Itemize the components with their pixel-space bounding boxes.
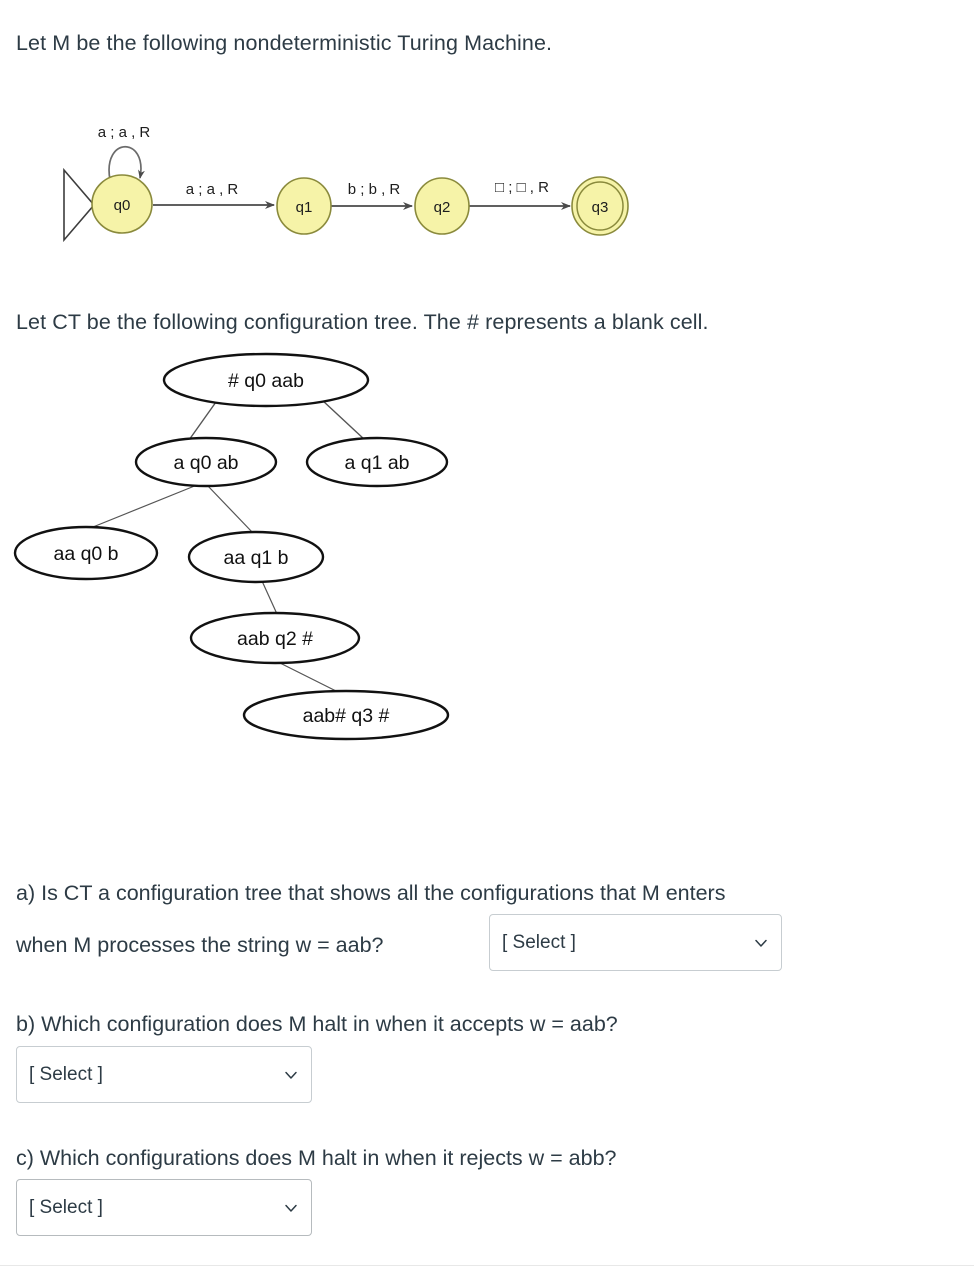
- turing-machine-diagram: q0 q1 q2 q3 a ; a , R a ; a , R b ; b , …: [52, 112, 652, 252]
- chevron-down-icon: [285, 1071, 297, 1079]
- tree-edge-n0-n1: [188, 401, 217, 441]
- tree-node-label: aa q1 b: [223, 547, 288, 569]
- question-c-text: c) Which configurations does M halt in w…: [16, 1146, 617, 1170]
- select-answer-c[interactable]: [ Select ]: [16, 1179, 312, 1236]
- intro-tree-statement: Let CT be the following configuration tr…: [16, 310, 709, 334]
- tree-node-label: a q0 ab: [173, 452, 238, 474]
- question-b-text: b) Which configuration does M halt in wh…: [16, 1012, 618, 1036]
- turing-machine-svg: q0 q1 q2 q3 a ; a , R a ; a , R b ; b , …: [63, 124, 629, 243]
- select-c-value: [ Select ]: [29, 1196, 103, 1218]
- select-a-value: [ Select ]: [502, 931, 576, 953]
- state-label-q3: q3: [592, 199, 609, 216]
- tree-edge-n0-n2: [321, 399, 366, 441]
- chevron-down-icon: [755, 939, 767, 947]
- tree-node-label: a q1 ab: [344, 452, 409, 474]
- chevron-down-icon: [285, 1204, 297, 1212]
- select-answer-b[interactable]: [ Select ]: [16, 1046, 312, 1103]
- tree-node-label: aa q0 b: [53, 543, 118, 565]
- state-q0: q0: [91, 174, 153, 234]
- configuration-tree-svg: # q0 aab a q0 ab a q1 ab aa q0 b aa q1 b: [13, 352, 450, 741]
- state-label-q2: q2: [434, 199, 451, 216]
- state-q1: q1: [276, 177, 332, 235]
- state-q3-accepting: q3: [571, 176, 629, 236]
- tree-node: aa q1 b: [187, 530, 325, 584]
- question-a-text-line2: when M processes the string w = aab?: [16, 933, 384, 957]
- transition-label-q0-q1: a ; a , R: [186, 181, 239, 198]
- state-label-q1: q1: [296, 199, 313, 216]
- transition-label-q0-q0: a ; a , R: [98, 124, 151, 141]
- intro-machine-statement: Let M be the following nondeterministic …: [16, 31, 553, 55]
- start-state-marker-icon: [63, 167, 96, 243]
- tree-edge-n5-n6: [275, 660, 339, 693]
- transition-label-q1-q2: b ; b , R: [348, 181, 401, 198]
- tree-node: aab q2 #: [189, 611, 361, 665]
- tree-edge-n4-n5: [261, 580, 278, 615]
- select-answer-a[interactable]: [ Select ]: [489, 914, 782, 971]
- tree-node-label: # q0 aab: [228, 370, 304, 392]
- tree-node: aa q0 b: [13, 525, 159, 581]
- tree-edge-n1-n3: [87, 484, 198, 530]
- tree-node-root: # q0 aab: [162, 352, 370, 408]
- tree-node: a q0 ab: [134, 436, 278, 488]
- question-a-text-line1: a) Is CT a configuration tree that shows…: [16, 881, 726, 905]
- question-page: Let M be the following nondeterministic …: [0, 0, 974, 1266]
- configuration-tree-diagram: # q0 aab a q0 ab a q1 ab aa q0 b aa q1 b: [0, 352, 470, 752]
- tree-node: a q1 ab: [305, 436, 449, 488]
- transition-label-q2-q3: □ ; □ , R: [495, 179, 549, 196]
- tree-edge-n1-n4: [206, 484, 254, 534]
- state-q2: q2: [414, 177, 470, 235]
- state-label-q0: q0: [114, 197, 131, 214]
- tree-node: aab# q3 #: [242, 689, 450, 741]
- select-b-value: [ Select ]: [29, 1063, 103, 1085]
- tree-node-label: aab# q3 #: [303, 705, 390, 727]
- tree-node-label: aab q2 #: [237, 628, 313, 650]
